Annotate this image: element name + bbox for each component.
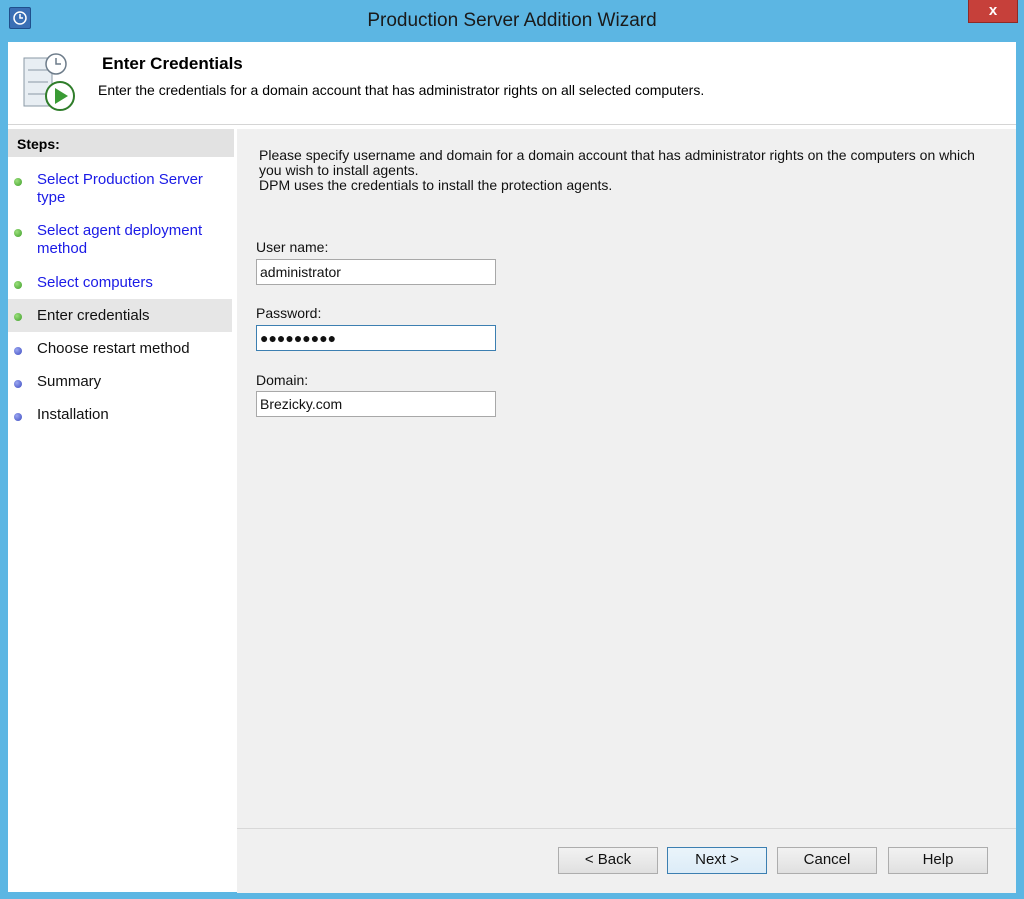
instructions-line-1: Please specify username and domain for a… [259,147,975,178]
step-installation: Installation [8,406,232,426]
wizard-window: Production Server Addition Wizard x Ente… [0,0,1024,899]
next-button[interactable]: Next > [667,847,767,874]
step-pending-icon [14,413,22,421]
content-panel: Please specify username and domain for a… [237,129,1016,828]
step-select-computers[interactable]: Select computers [8,274,232,294]
username-field[interactable] [256,259,496,285]
instructions-line-2: DPM uses the credentials to install the … [259,177,613,193]
step-current-icon [14,313,22,321]
step-label: Select computers [37,274,153,291]
step-label: Choose restart method [37,340,190,357]
wizard-header: Enter Credentials Enter the credentials … [8,42,1016,125]
steps-heading-label: Steps: [17,136,60,152]
back-button[interactable]: < Back [558,847,658,874]
step-completed-icon [14,281,22,289]
step-completed-icon [14,178,22,186]
password-label: Password: [256,305,322,321]
page-title: Enter Credentials [102,54,243,73]
step-label: Installation [37,406,109,423]
step-label: Enter credentials [37,307,150,324]
step-select-agent-deployment-method[interactable]: Select agent deployment method [8,222,232,260]
step-choose-restart-method: Choose restart method [8,340,232,360]
server-clock-icon [22,50,82,114]
cancel-button[interactable]: Cancel [777,847,877,874]
close-button[interactable]: x [968,0,1018,23]
window-title: Production Server Addition Wizard [367,10,657,31]
button-bar: < Back Next > Cancel Help [237,828,1016,893]
wizard-client: Enter Credentials Enter the credentials … [8,42,1016,893]
page-subtitle: Enter the credentials for a domain accou… [98,82,705,98]
steps-heading: Steps: [8,129,234,157]
username-label: User name: [256,239,329,255]
step-label: Summary [37,373,102,390]
steps-panel: Steps: Select Production Server type Sel… [8,129,234,892]
step-enter-credentials: Enter credentials [8,299,232,332]
domain-label: Domain: [256,372,309,388]
step-summary: Summary [8,373,232,393]
step-pending-icon [14,347,22,355]
password-field[interactable] [256,325,496,351]
help-button[interactable]: Help [888,847,988,874]
instructions-text: Please specify username and domain for a… [259,148,989,193]
title-bar[interactable]: Production Server Addition Wizard x [0,0,1024,42]
step-pending-icon [14,380,22,388]
step-label: Select Production Server type [37,171,203,206]
step-completed-icon [14,229,22,237]
domain-field[interactable] [256,391,496,417]
step-label: Select agent deployment method [37,222,203,257]
step-select-production-server-type[interactable]: Select Production Server type [8,171,232,209]
